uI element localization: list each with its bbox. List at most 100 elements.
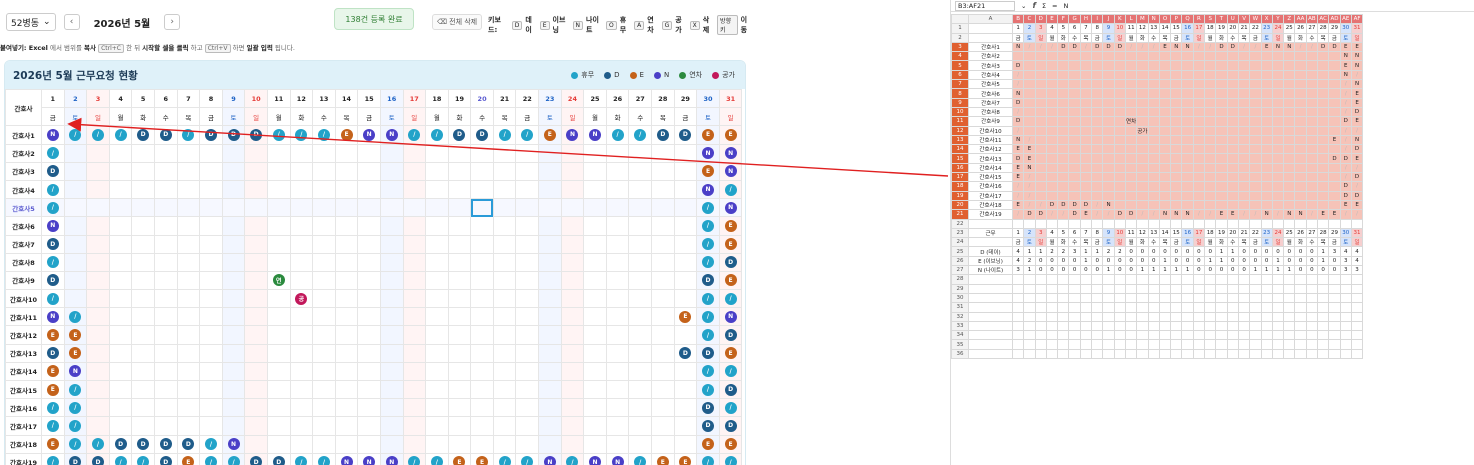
sheet-cell[interactable]	[1147, 97, 1160, 108]
sheet-cell[interactable]: E	[1011, 162, 1025, 174]
sheet-cell[interactable]	[1226, 116, 1239, 127]
sheet-cell[interactable]	[1057, 339, 1070, 350]
shift-cell[interactable]	[628, 143, 653, 163]
sheet-cell[interactable]	[1136, 218, 1149, 229]
shift-cell[interactable]	[425, 198, 449, 218]
sheet-cell[interactable]: /	[1339, 144, 1352, 155]
sheet-cell[interactable]: D	[1091, 41, 1104, 53]
sheet-cell[interactable]	[1136, 283, 1149, 294]
sheet-cell[interactable]	[1181, 79, 1194, 90]
shift-cell[interactable]	[266, 143, 291, 163]
sheet-cell[interactable]: 0	[1271, 246, 1285, 257]
row-header-13[interactable]: 13	[951, 134, 969, 146]
sheet-cell[interactable]: 일	[1034, 32, 1047, 43]
sheet-cell[interactable]: D	[1079, 199, 1093, 211]
sheet-cell[interactable]	[1170, 134, 1183, 146]
sum-icon[interactable]: Σ	[1042, 2, 1046, 10]
sheet-cell[interactable]: /	[1147, 41, 1160, 53]
sheet-cell[interactable]	[1034, 51, 1047, 62]
shift-cell[interactable]: /	[696, 361, 720, 382]
sheet-cell[interactable]	[1068, 292, 1081, 304]
shift-cell[interactable]	[334, 198, 359, 218]
shift-cell[interactable]: /	[696, 325, 720, 345]
sheet-cell[interactable]	[1249, 292, 1262, 304]
shift-cell[interactable]	[605, 307, 630, 327]
sheet-cell[interactable]	[1068, 162, 1081, 174]
sheet-cell[interactable]: E	[1215, 209, 1228, 220]
sheet-cell[interactable]	[1339, 274, 1352, 285]
sheet-cell[interactable]	[1237, 97, 1251, 108]
sheet-cell[interactable]: E	[1226, 209, 1239, 220]
shift-cell[interactable]: D	[108, 434, 133, 454]
shift-cell[interactable]	[244, 234, 268, 254]
sheet-cell[interactable]	[1237, 172, 1251, 183]
shift-cell[interactable]	[108, 252, 133, 272]
shift-cell[interactable]	[447, 143, 472, 163]
sheet-cell[interactable]	[1294, 274, 1307, 285]
sheet-cell[interactable]	[1283, 348, 1296, 360]
shift-cell[interactable]	[199, 216, 223, 236]
sheet-cell[interactable]	[1079, 283, 1093, 294]
sheet-cell[interactable]	[1079, 162, 1093, 174]
shift-cell[interactable]	[515, 307, 540, 327]
sheet-cell[interactable]	[1215, 106, 1228, 118]
sheet-cell[interactable]	[1091, 218, 1104, 229]
shift-cell[interactable]: E	[334, 125, 359, 145]
sheet-cell[interactable]: /	[1147, 209, 1160, 220]
shift-cell[interactable]: D	[86, 452, 110, 465]
shift-cell[interactable]	[63, 161, 88, 181]
shift-cell[interactable]	[447, 198, 472, 218]
sheet-cell[interactable]	[1237, 199, 1251, 211]
sheet-cell[interactable]	[1068, 348, 1081, 360]
sheet-cell[interactable]: 금	[1091, 237, 1104, 248]
shift-cell[interactable]	[447, 416, 472, 436]
sheet-cell[interactable]	[1068, 153, 1081, 164]
sheet-cell[interactable]	[1158, 106, 1172, 118]
shift-cell[interactable]: /	[221, 452, 246, 465]
shift-cell[interactable]	[221, 161, 246, 181]
shift-cell[interactable]	[583, 289, 607, 309]
shift-cell[interactable]	[108, 361, 133, 382]
sheet-cell[interactable]	[1158, 125, 1172, 136]
shift-cell[interactable]	[492, 416, 517, 436]
sheet-cell[interactable]: 1	[1158, 255, 1172, 267]
sheet-cell[interactable]	[968, 237, 1013, 248]
shift-cell[interactable]	[86, 289, 110, 309]
sheet-cell[interactable]	[1136, 320, 1149, 332]
sheet-cell[interactable]	[1079, 274, 1093, 285]
sheet-cell[interactable]	[1181, 51, 1194, 62]
sheet-cell[interactable]	[1215, 190, 1228, 201]
shift-cell[interactable]	[131, 379, 155, 400]
shift-cell[interactable]	[244, 161, 268, 181]
sheet-cell[interactable]	[1283, 116, 1296, 127]
sheet-cell[interactable]	[1034, 153, 1047, 164]
sheet-cell[interactable]	[1136, 60, 1149, 71]
shift-cell[interactable]	[153, 143, 178, 163]
sheet-cell[interactable]	[1079, 190, 1093, 201]
shift-cell[interactable]	[289, 270, 314, 291]
shift-cell[interactable]	[334, 325, 359, 345]
sheet-cell[interactable]	[1170, 60, 1183, 71]
shift-cell[interactable]	[425, 434, 449, 454]
shift-cell[interactable]	[199, 361, 223, 382]
column-header-AE[interactable]: AE	[1339, 13, 1352, 25]
sheet-cell[interactable]	[1102, 274, 1115, 285]
sheet-cell[interactable]	[1283, 125, 1296, 136]
sheet-cell[interactable]	[1305, 283, 1319, 294]
sheet-cell[interactable]: D	[1023, 209, 1036, 220]
shift-cell[interactable]	[63, 252, 88, 272]
shift-cell[interactable]	[379, 434, 404, 454]
shift-cell[interactable]: /	[696, 452, 720, 465]
shift-cell[interactable]	[515, 325, 540, 345]
sheet-cell[interactable]	[1339, 320, 1352, 332]
shift-cell[interactable]	[538, 198, 562, 218]
sheet-cell[interactable]: 30	[1339, 23, 1352, 34]
sheet-cell[interactable]: /	[1011, 69, 1025, 81]
sheet-cell[interactable]: /	[1339, 134, 1352, 146]
sheet-cell[interactable]	[1317, 51, 1330, 62]
sheet-cell[interactable]	[1260, 88, 1273, 99]
sheet-cell[interactable]: 1	[1170, 264, 1183, 276]
sheet-cell[interactable]: 목	[1237, 32, 1251, 43]
shift-cell[interactable]	[560, 234, 585, 254]
sheet-cell[interactable]: N	[1011, 41, 1025, 53]
